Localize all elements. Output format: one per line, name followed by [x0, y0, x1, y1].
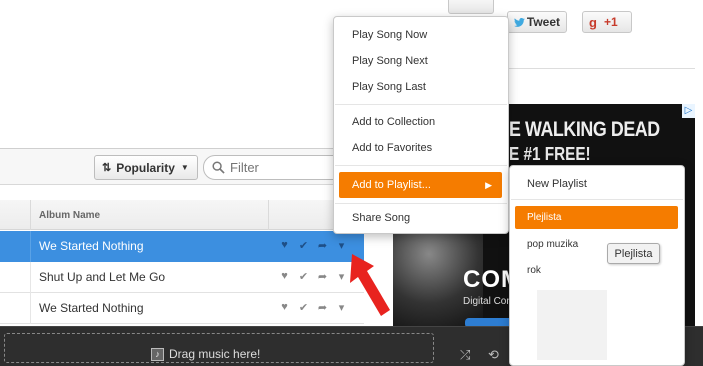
menu-divider — [335, 104, 507, 105]
playlist-item-pop-muzika[interactable]: pop muzika — [527, 239, 578, 250]
row-actions: ♥ ✔ ➦ ▾ — [279, 239, 347, 252]
album-name: Shut Up and Let Me Go — [39, 270, 166, 284]
heart-icon[interactable]: ♥ — [279, 270, 290, 283]
shuffle-icon[interactable]: ⤮ — [460, 347, 470, 363]
column-divider — [30, 231, 31, 262]
menu-item-label: Add to Playlist... — [352, 179, 431, 191]
facebook-like-button[interactable] — [448, 0, 494, 14]
ad-subtitle: E #1 FREE! — [509, 144, 591, 164]
share-arrow-icon[interactable]: ➦ — [317, 239, 328, 252]
menu-item-add-to-playlist[interactable]: Add to Playlist... ▶ — [339, 172, 502, 198]
google-plus-button[interactable]: g +1 — [582, 11, 632, 33]
playlist-item-plejlista[interactable]: Plejlista — [515, 206, 678, 229]
row-actions: ♥ ✔ ➦ ▾ — [279, 301, 347, 314]
google-plus-icon: g — [589, 14, 597, 30]
menu-divider — [335, 165, 507, 166]
chevron-down-icon[interactable]: ▾ — [336, 239, 347, 252]
menu-divider — [511, 199, 683, 200]
share-arrow-icon[interactable]: ➦ — [317, 301, 328, 314]
column-header-album[interactable]: Album Name — [39, 210, 100, 221]
ad-digital-text: Digital Com — [463, 296, 515, 307]
repeat-icon[interactable]: ⟲ — [488, 347, 499, 363]
menu-item-play-next[interactable]: Play Song Next — [352, 55, 428, 67]
song-toolbar: ⇅ Popularity ▼ — [0, 148, 364, 185]
playlist-item-rok[interactable]: rok — [527, 265, 541, 276]
share-arrow-icon[interactable]: ➦ — [317, 270, 328, 283]
sort-label: Popularity — [116, 160, 175, 175]
heart-icon[interactable]: ♥ — [279, 239, 290, 252]
menu-item-play-last[interactable]: Play Song Last — [352, 81, 426, 93]
menu-item-play-now[interactable]: Play Song Now — [352, 29, 427, 41]
red-pointer-arrow-icon — [350, 254, 390, 316]
tooltip: Plejlista — [607, 243, 660, 264]
column-divider — [30, 293, 31, 324]
divider — [500, 68, 695, 69]
menu-item-add-favorites[interactable]: Add to Favorites — [352, 142, 432, 154]
google-plus-count: +1 — [603, 15, 618, 29]
check-icon[interactable]: ✔ — [298, 270, 309, 283]
music-note-icon: ♪ — [151, 347, 164, 361]
playlist-label: Plejlista — [527, 212, 562, 223]
column-divider — [268, 200, 269, 230]
drop-zone-label: ♪ Drag music here! — [151, 347, 260, 361]
table-row[interactable]: We Started Nothing ♥ ✔ ➦ ▾ — [0, 293, 364, 324]
filter-input[interactable] — [230, 160, 350, 175]
menu-item-new-playlist[interactable]: New Playlist — [527, 178, 587, 190]
song-table-header: Album Name — [0, 200, 364, 230]
sort-dropdown[interactable]: ⇅ Popularity ▼ — [94, 155, 198, 180]
menu-item-share-song[interactable]: Share Song — [352, 212, 410, 224]
table-row[interactable]: We Started Nothing ♥ ✔ ➦ ▾ — [0, 231, 364, 262]
song-context-menu: Play Song Now Play Song Next Play Song L… — [333, 16, 509, 234]
ad-title: E WALKING DEAD — [509, 118, 660, 141]
tooltip-text: Plejlista — [614, 247, 653, 260]
ad-cta-button[interactable] — [465, 318, 515, 326]
album-name: We Started Nothing — [39, 239, 144, 253]
chevron-down-icon: ▼ — [180, 163, 189, 172]
menu-divider — [335, 203, 507, 204]
check-icon[interactable]: ✔ — [298, 239, 309, 252]
column-divider — [30, 262, 31, 293]
sort-icon: ⇅ — [102, 162, 112, 174]
table-row[interactable]: Shut Up and Let Me Go ♥ ✔ ➦ ▾ — [0, 262, 364, 293]
tweet-button[interactable]: Tweet — [507, 11, 567, 33]
row-actions: ♥ ✔ ➦ ▾ — [279, 270, 347, 283]
drag-music-text: Drag music here! — [169, 347, 261, 361]
ad-choices-icon[interactable]: ▷ — [682, 104, 695, 118]
chevron-right-icon: ▶ — [485, 180, 492, 190]
playlist-thumbnail — [537, 290, 607, 360]
heart-icon[interactable]: ♥ — [279, 301, 290, 314]
tweet-label: Tweet — [526, 15, 560, 29]
playlist-submenu: New Playlist Plejlista pop muzika rok — [509, 165, 685, 366]
menu-item-add-collection[interactable]: Add to Collection — [352, 116, 435, 128]
column-divider — [30, 200, 31, 230]
search-icon — [212, 161, 225, 174]
check-icon[interactable]: ✔ — [298, 301, 309, 314]
twitter-bird-icon — [514, 17, 525, 27]
album-name: We Started Nothing — [39, 301, 144, 315]
